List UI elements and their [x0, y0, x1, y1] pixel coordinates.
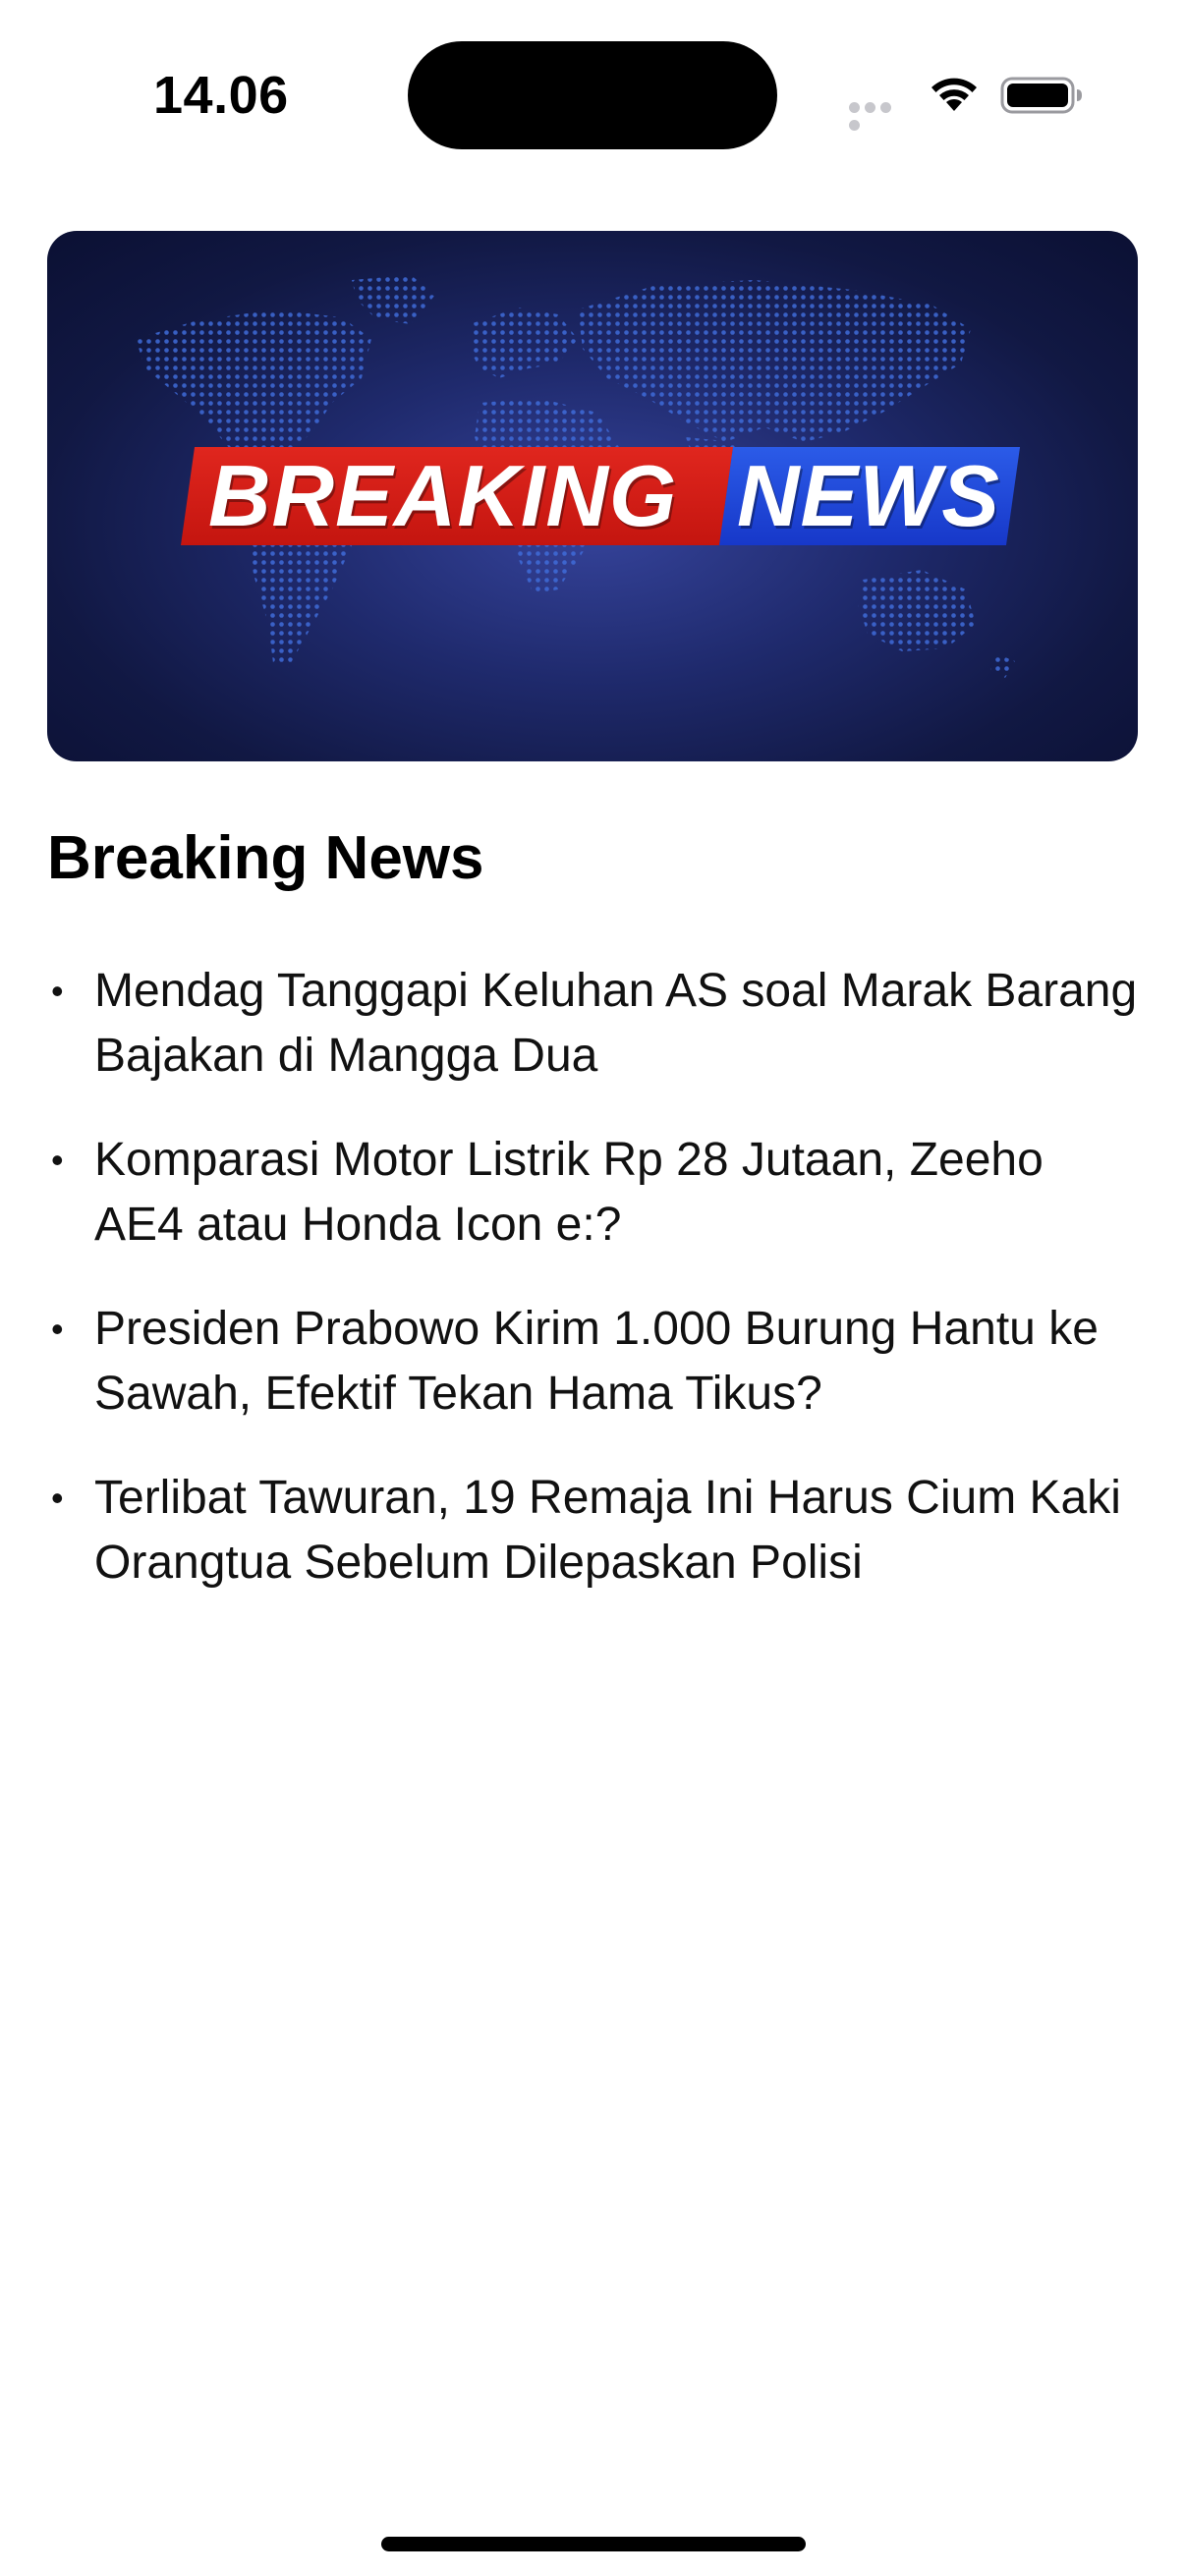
home-indicator[interactable] — [381, 2537, 806, 2551]
news-title: Mendag Tanggapi Keluhan AS soal Marak Ba… — [94, 965, 1138, 1082]
breaking-news-banner: BREAKING NEWS — [47, 231, 1138, 761]
bullet: • — [51, 1140, 64, 1180]
breaking-news-logo: BREAKING NEWS — [181, 447, 1021, 545]
battery-icon — [1000, 77, 1082, 114]
dynamic-island — [408, 41, 777, 149]
news-title: Komparasi Motor Listrik Rp 28 Jutaan, Ze… — [94, 1134, 1044, 1251]
status-time: 14.06 — [153, 66, 289, 125]
news-title: Presiden Prabowo Kirim 1.000 Burung Hant… — [94, 1303, 1099, 1420]
bullet: • — [51, 971, 64, 1011]
news-item[interactable]: • Presiden Prabowo Kirim 1.000 Burung Ha… — [47, 1297, 1138, 1427]
bullet: • — [51, 1309, 64, 1349]
news-item[interactable]: • Terlibat Tawuran, 19 Remaja Ini Harus … — [47, 1466, 1138, 1596]
cellular-signal-icon — [849, 102, 908, 131]
news-item[interactable]: • Mendag Tanggapi Keluhan AS soal Marak … — [47, 959, 1138, 1089]
breaking-word: BREAKING — [208, 447, 678, 544]
news-title: Terlibat Tawuran, 19 Remaja Ini Harus Ci… — [94, 1472, 1121, 1589]
bullet: • — [51, 1478, 64, 1518]
status-bar: 14.06 — [0, 0, 1185, 196]
wifi-icon — [931, 78, 977, 111]
news-word: NEWS — [737, 447, 1000, 544]
news-list: • Mendag Tanggapi Keluhan AS soal Marak … — [47, 959, 1138, 1635]
news-item[interactable]: • Komparasi Motor Listrik Rp 28 Jutaan, … — [47, 1128, 1138, 1258]
page-title: Breaking News — [47, 824, 484, 892]
